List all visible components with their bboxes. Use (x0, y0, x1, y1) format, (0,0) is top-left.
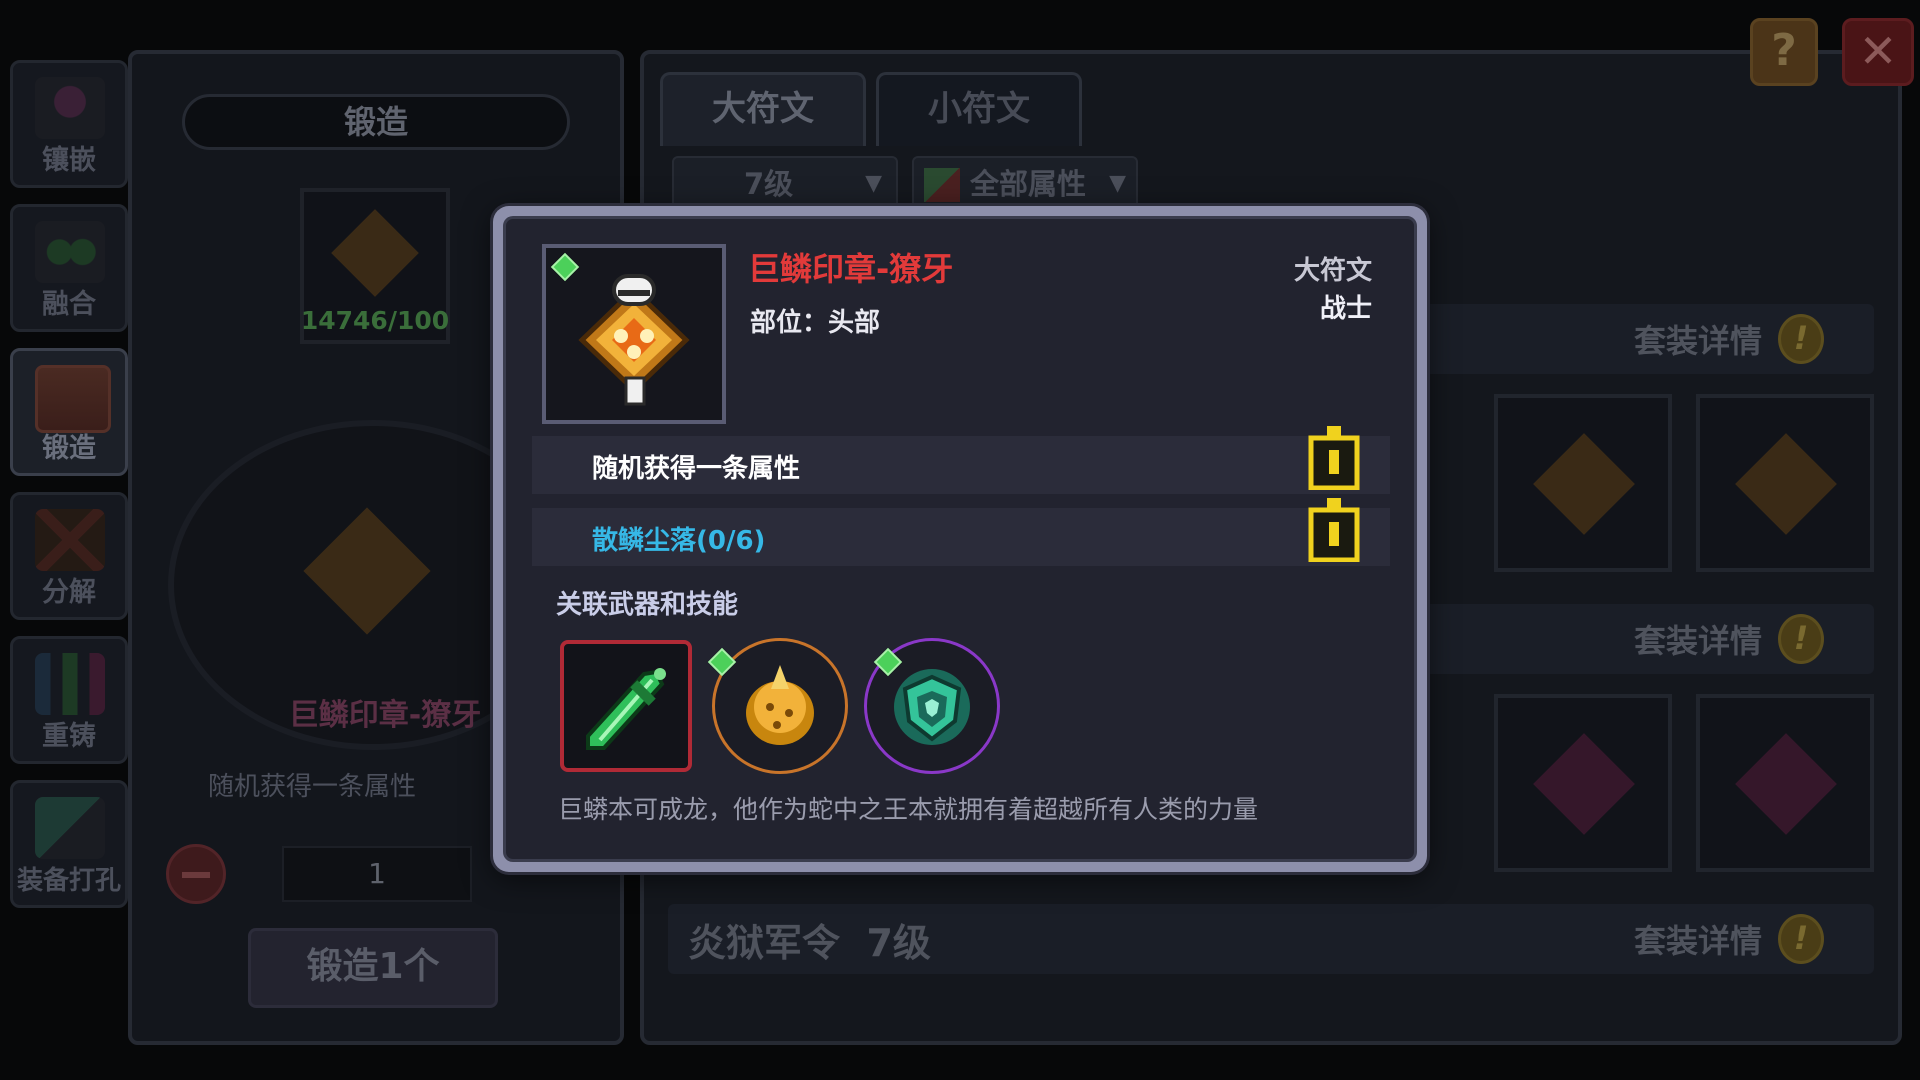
recast-icon (35, 653, 105, 715)
scale-seal-icon (578, 274, 690, 406)
rune-icon (1533, 433, 1635, 535)
level-filter[interactable]: 7级 ▼ (672, 156, 898, 212)
attribute-row: 随机获得一条属性 (532, 426, 1390, 494)
rail-label: 镶嵌 (42, 145, 96, 176)
lock-icon[interactable] (1308, 424, 1360, 490)
set-header: 炎狱军令 7级 套装详情 ! (668, 904, 1874, 974)
rune-card[interactable] (1494, 394, 1672, 572)
rail-label: 融合 (42, 289, 96, 320)
socket-icon (35, 797, 105, 859)
rail-label: 重铸 (42, 721, 96, 752)
exclamation-icon[interactable]: ! (1778, 914, 1824, 964)
chevron-down-icon: ▼ (865, 171, 882, 196)
fusion-icon (35, 221, 105, 283)
rail-label: 分解 (42, 577, 96, 608)
set-level: 7级 (866, 921, 931, 965)
forge-item-name: 巨鳞印章-獠牙 (288, 698, 482, 733)
set-name: 炎狱军令 (688, 921, 841, 965)
forge-item-icon (303, 507, 431, 635)
rail-btn-fusion[interactable]: 融合 (10, 204, 128, 332)
rune-icon (1735, 733, 1837, 835)
rail-btn-inlay[interactable]: 镶嵌 (10, 60, 128, 188)
material-count: 14746/100 (300, 306, 450, 335)
related-section-label: 关联武器和技能 (556, 590, 739, 620)
rail-btn-forge[interactable]: 锻造 (10, 348, 128, 476)
tab-major-rune[interactable]: 大符文 (660, 72, 866, 146)
jade-sword-icon (586, 668, 666, 750)
exclamation-icon[interactable]: ! (1778, 614, 1824, 664)
exclamation-icon[interactable]: ! (1778, 314, 1824, 364)
decompose-icon (35, 509, 105, 571)
level-filter-label: 7级 (744, 167, 794, 201)
forge-button[interactable]: 锻造1个 (248, 928, 498, 1008)
item-description: 巨蟒本可成龙，他作为蛇中之王本就拥有着超越所有人类的力量 (558, 795, 1259, 824)
item-slot: 部位：头部 (750, 308, 881, 338)
attribute-row: 散鳞尘落(0/6) (532, 498, 1390, 566)
related-weapon-slot[interactable] (560, 640, 692, 772)
material-icon (331, 209, 419, 297)
attribute-text: 散鳞尘落(0/6) (592, 526, 766, 556)
rail-btn-decompose[interactable]: 分解 (10, 492, 128, 620)
help-button[interactable]: ? (1750, 18, 1818, 86)
set-detail-label[interactable]: 套装详情 (1634, 316, 1762, 362)
item-name: 巨鳞印章-獠牙 (748, 250, 954, 288)
quantity-field[interactable]: 1 (282, 846, 472, 902)
minus-button[interactable] (166, 844, 226, 904)
attribute-text: 随机获得一条属性 (592, 454, 801, 484)
rail-btn-recast[interactable]: 重铸 (10, 636, 128, 764)
item-tier: 大符文 (1293, 256, 1372, 286)
attribute-icon (924, 168, 960, 202)
item-class: 战士 (1319, 294, 1372, 324)
chevron-down-icon: ▼ (1109, 171, 1126, 196)
tab-minor-rune[interactable]: 小符文 (876, 72, 1082, 146)
lock-icon[interactable] (1308, 496, 1360, 562)
rune-icon (1533, 733, 1635, 835)
rune-card[interactable] (1696, 394, 1874, 572)
inlay-icon (35, 77, 105, 139)
set-detail-label[interactable]: 套装详情 (1634, 916, 1762, 962)
forge-icon (35, 365, 111, 433)
forge-random-attr: 随机获得一条属性 (208, 772, 417, 802)
set-detail-label[interactable]: 套装详情 (1634, 616, 1762, 662)
attribute-filter[interactable]: 全部属性 ▼ (912, 156, 1138, 212)
rail-label: 装备打孔 (16, 866, 121, 896)
rune-card[interactable] (1696, 694, 1874, 872)
forge-title: 锻造 (182, 94, 570, 150)
rune-icon (1735, 433, 1837, 535)
attribute-filter-label: 全部属性 (970, 167, 1087, 201)
rail-label: 锻造 (42, 433, 96, 464)
rune-card[interactable] (1494, 694, 1672, 872)
rail-btn-socket[interactable]: 装备打孔 (10, 780, 128, 908)
set-title: 炎狱军令 7级 (688, 912, 931, 967)
close-button[interactable]: ✕ (1842, 18, 1914, 86)
